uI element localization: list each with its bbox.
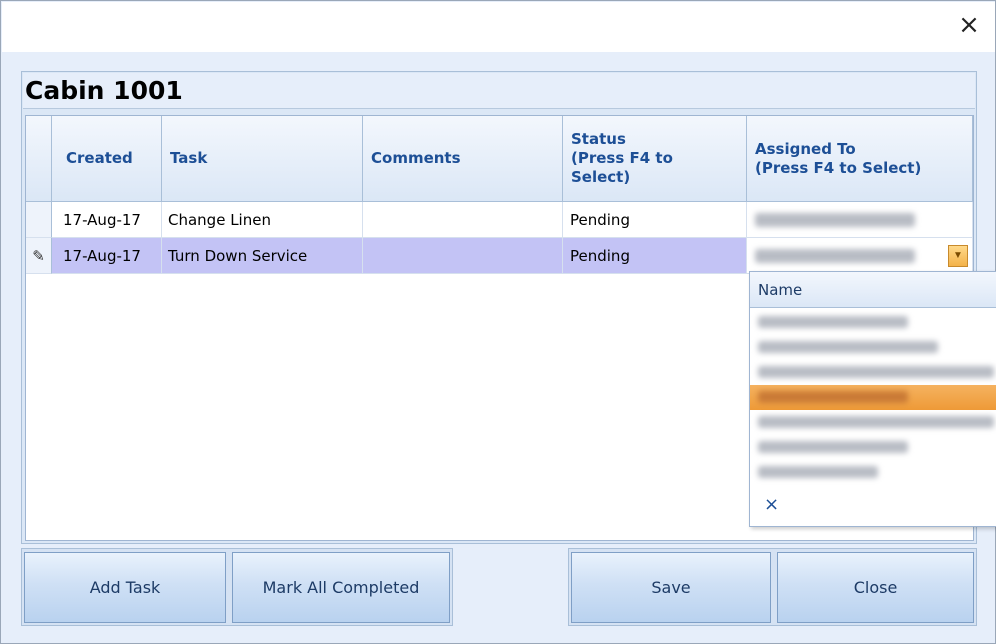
table-row-selected[interactable]: ✎ 17-Aug-17 Turn Down Service Pending ▼	[26, 238, 973, 274]
created-cell[interactable]: 17-Aug-17	[52, 238, 162, 274]
column-header-comments[interactable]: Comments	[363, 116, 563, 202]
redacted-name	[758, 441, 908, 453]
redacted-name	[758, 341, 938, 353]
row-indicator-header	[26, 116, 52, 202]
list-item[interactable]	[750, 410, 996, 435]
redacted-name	[755, 213, 915, 227]
close-button[interactable]: Close	[777, 552, 974, 623]
column-header-status[interactable]: Status (Press F4 to Select)	[563, 116, 747, 202]
list-item-highlighted[interactable]	[750, 385, 996, 410]
column-header-created[interactable]: Created	[52, 116, 162, 202]
created-cell[interactable]: 17-Aug-17	[52, 202, 162, 238]
clear-selection-icon[interactable]: ×	[764, 494, 779, 515]
status-cell[interactable]: Pending	[563, 238, 747, 274]
list-item[interactable]	[750, 435, 996, 460]
cabin-title: Cabin 1001	[23, 73, 975, 109]
close-icon[interactable]: ×	[953, 9, 985, 41]
task-cell[interactable]: Turn Down Service	[162, 238, 363, 274]
task-cell[interactable]: Change Linen	[162, 202, 363, 238]
redacted-name	[758, 391, 908, 403]
redacted-name	[755, 249, 915, 263]
popup-column-header-name[interactable]: Name	[750, 272, 996, 308]
list-item[interactable]	[750, 460, 996, 485]
table-row[interactable]: 17-Aug-17 Change Linen Pending	[26, 202, 973, 238]
assign-dropdown-popup: Name ×	[749, 271, 996, 527]
status-cell[interactable]: Pending	[563, 202, 747, 238]
assigned-to-cell[interactable]	[747, 202, 973, 238]
redacted-name	[758, 366, 994, 378]
save-button[interactable]: Save	[571, 552, 771, 623]
column-header-task[interactable]: Task	[162, 116, 363, 202]
comments-cell[interactable]	[363, 202, 563, 238]
dropdown-arrow-button[interactable]: ▼	[948, 245, 968, 267]
pencil-icon: ✎	[26, 238, 52, 274]
list-item[interactable]	[750, 360, 996, 385]
redacted-name	[758, 416, 994, 428]
assigned-to-editor[interactable]: ▼	[747, 238, 973, 274]
comments-cell[interactable]	[363, 238, 563, 274]
row-indicator[interactable]	[26, 202, 52, 238]
redacted-name	[758, 316, 908, 328]
redacted-name	[758, 466, 878, 478]
list-item[interactable]	[750, 310, 996, 335]
list-item[interactable]	[750, 335, 996, 360]
column-header-assigned-to[interactable]: Assigned To (Press F4 to Select)	[747, 116, 973, 202]
title-bar	[2, 2, 995, 52]
add-task-button[interactable]: Add Task	[24, 552, 226, 623]
mark-all-completed-button[interactable]: Mark All Completed	[232, 552, 450, 623]
dialog-window: × Cabin 1001 Created Task Comments Statu…	[0, 0, 996, 644]
